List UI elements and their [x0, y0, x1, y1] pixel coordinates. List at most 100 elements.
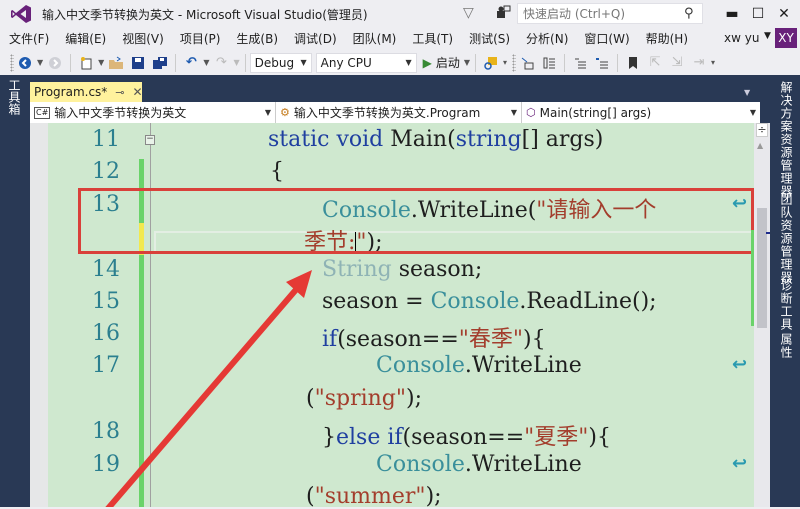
visual-studio-logo-icon: [10, 4, 32, 24]
code-line-19b: ("summer");: [306, 484, 442, 509]
start-dropdown-icon[interactable]: ▼: [464, 58, 470, 67]
code-line-18: }else if(season=="夏季"){: [322, 425, 611, 450]
save-icon[interactable]: [129, 54, 147, 72]
quick-info-icon[interactable]: [540, 54, 558, 72]
find-in-files-icon[interactable]: [482, 54, 500, 72]
code-text: static void Main(string[] args) { Consol…: [30, 123, 754, 509]
toolbar-separator: [617, 53, 619, 72]
scroll-up-icon[interactable]: ▲: [757, 141, 763, 150]
start-debugging-button[interactable]: ▶ 启动 ▼: [423, 54, 471, 71]
avatar[interactable]: XY: [775, 28, 797, 48]
code-line-16: if(season=="春季"){: [322, 327, 546, 352]
class-select[interactable]: ⚙ 输入中文季节转换为英文.Program ▼: [276, 102, 522, 123]
toolbar-overflow-icon[interactable]: ▾: [503, 58, 507, 67]
team-explorer-tab[interactable]: 团队资源管理器: [778, 193, 795, 284]
toolbar-grip[interactable]: [10, 53, 14, 72]
menu-debug[interactable]: 调试(D): [286, 30, 345, 47]
method-icon: ⬡: [526, 106, 536, 119]
csharp-project-icon: C#: [34, 106, 51, 119]
toolbox-tab[interactable]: 工具箱: [7, 79, 23, 115]
platform-value: Any CPU: [320, 55, 372, 70]
right-dock-tabs: 解决方案资源管理器 团队资源管理器 诊断工具 属性: [770, 75, 800, 507]
redo-dropdown-icon[interactable]: ▼: [233, 58, 239, 67]
code-line-17a: Console.WriteLine: [376, 353, 582, 378]
annotation-highlight-box: [78, 188, 754, 254]
menu-project[interactable]: 项目(P): [172, 30, 229, 47]
chevron-down-icon: ▼: [264, 108, 271, 117]
tabs-dropdown-icon[interactable]: ▼: [744, 88, 750, 97]
next-bookmark-icon[interactable]: ⇲: [668, 54, 686, 72]
close-tab-icon[interactable]: ✕: [133, 85, 143, 99]
undo-icon[interactable]: ↶: [182, 54, 200, 72]
menu-analyze[interactable]: 分析(N): [518, 30, 576, 47]
tab-program-cs[interactable]: Program.cs* ⊸ ✕: [30, 82, 143, 102]
clear-bookmarks-icon[interactable]: ⇥: [690, 54, 708, 72]
comment-lines-icon[interactable]: [571, 54, 589, 72]
maximize-button[interactable]: ☐: [744, 3, 772, 25]
properties-tab[interactable]: 属性: [778, 333, 795, 359]
word-wrap-icon: ↩: [732, 453, 748, 474]
code-line-12: {: [270, 159, 284, 184]
code-line-14: String season;: [322, 257, 483, 282]
word-wrap-icon: ↩: [732, 354, 748, 375]
new-dropdown-icon[interactable]: ▼: [98, 58, 104, 67]
menu-build[interactable]: 生成(B): [228, 30, 286, 47]
menu-edit[interactable]: 编辑(E): [57, 30, 114, 47]
code-editor[interactable]: − 11 12 13 14 15 16 17 18 19 static void…: [30, 123, 754, 509]
chevron-down-icon: ▼: [405, 58, 412, 67]
back-dropdown-icon[interactable]: ▼: [37, 58, 43, 67]
bookmark-icon[interactable]: [624, 54, 642, 72]
split-window-button[interactable]: ÷: [756, 123, 768, 137]
close-button[interactable]: ✕: [770, 3, 798, 25]
new-project-icon[interactable]: [77, 54, 95, 72]
menu-tools[interactable]: 工具(T): [404, 30, 461, 47]
standard-toolbar: ▼ ▼ ↶ ▼ ↷ ▼ Debug ▼ Any CPU ▼ ▶ 启动 ▼ ▾ ⇱…: [0, 50, 800, 75]
save-all-icon[interactable]: [151, 54, 169, 72]
navigate-back-icon[interactable]: [16, 54, 34, 72]
solution-configuration-select[interactable]: Debug ▼: [249, 52, 312, 73]
start-label: 启动: [435, 56, 460, 70]
toolbar-separator: [175, 53, 177, 72]
toolbar-separator: [475, 53, 477, 72]
navigate-forward-icon[interactable]: [46, 54, 64, 72]
pin-icon[interactable]: ⊸: [115, 86, 124, 99]
redo-icon[interactable]: ↷: [212, 54, 230, 72]
diagnostic-tools-tab[interactable]: 诊断工具: [778, 279, 795, 331]
menu-test[interactable]: 测试(S): [461, 30, 518, 47]
menu-help[interactable]: 帮助(H): [638, 30, 696, 47]
user-dropdown-icon[interactable]: ▼: [764, 31, 771, 41]
menu-window[interactable]: 窗口(W): [576, 30, 637, 47]
search-icon: ⚲: [684, 6, 694, 21]
quick-launch-placeholder: 快速启动 (Ctrl+Q): [523, 7, 626, 21]
chevron-down-icon: ▼: [749, 108, 756, 117]
toolbar-grip[interactable]: [512, 53, 517, 72]
project-select[interactable]: C# 输入中文季节转换为英文 ▼: [30, 102, 276, 123]
feedback-icon[interactable]: [495, 5, 511, 21]
scrollbar-change-marker: [751, 230, 754, 326]
code-line-11: static void Main(string[] args): [268, 127, 604, 152]
menu-bar: 文件(F) 编辑(E) 视图(V) 项目(P) 生成(B) 调试(D) 团队(M…: [0, 28, 800, 48]
solution-platform-select[interactable]: Any CPU ▼: [315, 52, 417, 73]
uncomment-lines-icon[interactable]: [593, 54, 611, 72]
previous-bookmark-icon[interactable]: ⇱: [646, 54, 664, 72]
toolbar-overflow-icon[interactable]: ▾: [711, 58, 715, 67]
menu-team[interactable]: 团队(M): [345, 30, 405, 47]
quick-launch-input[interactable]: 快速启动 (Ctrl+Q) ⚲: [517, 3, 703, 24]
code-line-15: season = Console.ReadLine();: [322, 289, 657, 314]
menu-file[interactable]: 文件(F): [0, 30, 57, 47]
undo-dropdown-icon[interactable]: ▼: [203, 58, 209, 67]
chevron-down-icon: ▼: [300, 58, 307, 67]
window-title: 输入中文季节转换为英文 - Microsoft Visual Studio(管理…: [42, 7, 368, 22]
member-select[interactable]: ⬡ Main(string[] args) ▼: [522, 102, 760, 123]
step-into-icon[interactable]: [518, 54, 536, 72]
minimize-button[interactable]: ▬: [718, 3, 746, 25]
class-icon: ⚙: [280, 106, 290, 119]
scrollbar-thumb[interactable]: [757, 208, 767, 328]
notification-filter-icon[interactable]: ▽: [463, 5, 479, 21]
menu-view[interactable]: 视图(V): [114, 30, 172, 47]
user-name[interactable]: xw yu: [724, 31, 759, 45]
open-file-icon[interactable]: [107, 54, 125, 72]
class-value: 输入中文季节转换为英文.Program: [293, 106, 481, 120]
play-icon: ▶: [422, 55, 432, 70]
solution-explorer-tab[interactable]: 解决方案资源管理器: [778, 81, 795, 198]
